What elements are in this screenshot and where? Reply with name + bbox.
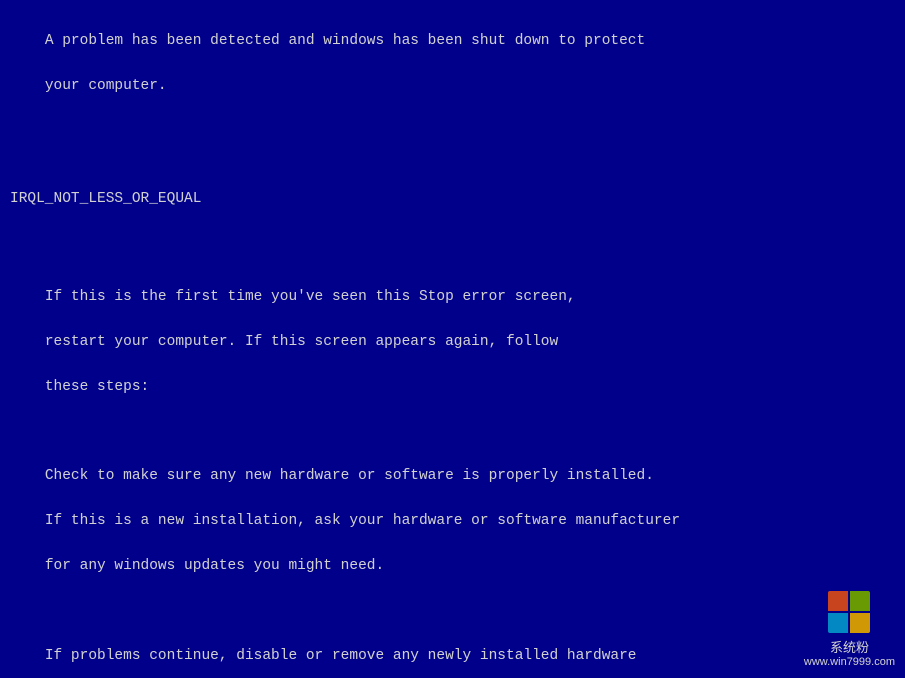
error-code: IRQL_NOT_LESS_OR_EQUAL — [10, 188, 895, 210]
watermark-label: 系统粉 www.win7999.com — [804, 637, 895, 668]
bsod-screen: A problem has been detected and windows … — [0, 0, 905, 678]
line1: A problem has been detected and windows … — [45, 33, 645, 49]
windows-logo-icon — [828, 591, 870, 633]
line3: If this is the first time you've seen th… — [45, 289, 576, 305]
line2: your computer. — [45, 78, 167, 94]
line7: If this is a new installation, ask your … — [45, 513, 680, 529]
line4: restart your computer. If this screen ap… — [45, 334, 558, 350]
bsod-content: A problem has been detected and windows … — [10, 8, 895, 678]
watermark: 系统粉 www.win7999.com — [804, 591, 895, 668]
line9: If problems continue, disable or remove … — [45, 648, 637, 664]
line6: Check to make sure any new hardware or s… — [45, 468, 654, 484]
line8: for any windows updates you might need. — [45, 558, 384, 574]
line5: these steps: — [45, 379, 149, 395]
